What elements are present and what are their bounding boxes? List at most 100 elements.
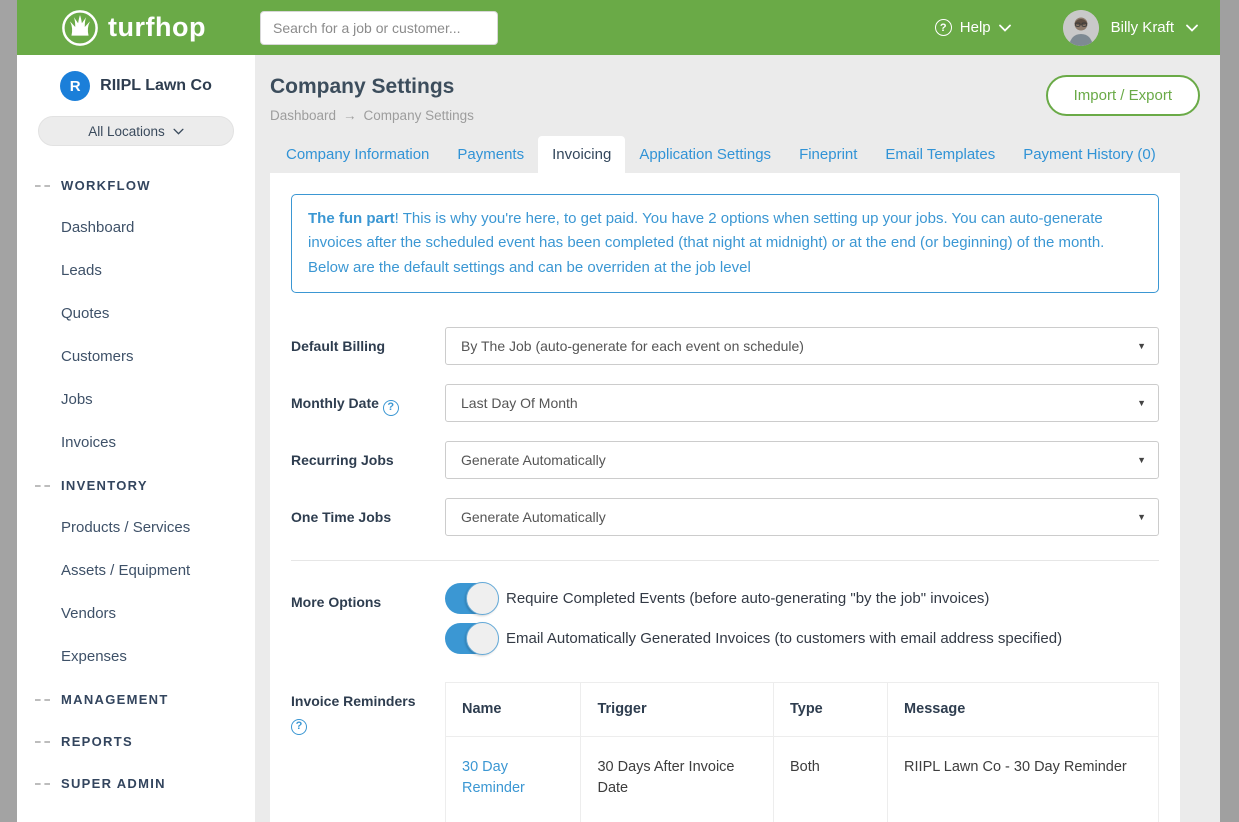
chevron-down-icon — [999, 24, 1011, 32]
sidebar-section-inventory[interactable]: INVENTORY — [61, 478, 255, 493]
chevron-down-icon — [173, 128, 184, 135]
monthly-date-label: Monthly Date ? — [291, 384, 445, 422]
user-menu[interactable]: Billy Kraft — [1063, 10, 1198, 46]
default-billing-value: By The Job (auto-generate for each event… — [461, 338, 804, 354]
monthly-date-label-text: Monthly Date — [291, 395, 379, 411]
email-generated-invoices-label: Email Automatically Generated Invoices (… — [506, 630, 1062, 647]
recurring-jobs-label: Recurring Jobs — [291, 441, 445, 479]
topbar-right: ? Help Billy — [935, 10, 1220, 46]
app-window: turfhop ? Help — [17, 0, 1220, 822]
reminder-trigger: 30 Days After Invoice Date — [581, 736, 774, 822]
toggle-knob — [466, 582, 499, 615]
tab-payment-history[interactable]: Payment History (0) — [1009, 136, 1170, 173]
column-header-trigger: Trigger — [581, 682, 774, 736]
breadcrumb-dashboard[interactable]: Dashboard — [270, 108, 336, 123]
user-avatar — [1063, 10, 1099, 46]
sidebar: R RIIPL Lawn Co All Locations WORKFLOW D… — [17, 55, 255, 822]
company-name: RIIPL Lawn Co — [100, 77, 212, 95]
tab-payments[interactable]: Payments — [443, 136, 538, 173]
email-generated-invoices-toggle[interactable] — [445, 623, 497, 654]
sidebar-item-leads[interactable]: Leads — [61, 262, 255, 279]
main-content: Company Settings Dashboard → Company Set… — [255, 55, 1220, 822]
import-export-button[interactable]: Import / Export — [1046, 75, 1200, 116]
brand-logo-group[interactable]: turfhop — [17, 9, 255, 47]
global-search-input[interactable] — [260, 11, 498, 45]
invoice-reminders-label: Invoice Reminders ? — [291, 682, 445, 822]
one-time-jobs-value: Generate Automatically — [461, 509, 606, 525]
sidebar-nav: WORKFLOW Dashboard Leads Quotes Customer… — [17, 178, 255, 791]
recurring-jobs-row: Recurring Jobs Generate Automatically ▼ — [291, 441, 1159, 479]
sidebar-item-expenses[interactable]: Expenses — [61, 648, 255, 665]
help-icon: ? — [935, 19, 952, 36]
dropdown-caret-icon: ▼ — [1137, 512, 1146, 522]
column-header-name: Name — [446, 682, 581, 736]
dropdown-caret-icon: ▼ — [1137, 341, 1146, 351]
invoice-reminders-help-icon[interactable]: ? — [291, 719, 307, 735]
brand-name: turfhop — [108, 12, 206, 43]
left-edge-strip — [0, 0, 17, 822]
right-edge-strip — [1220, 0, 1239, 822]
require-completed-events-row: Require Completed Events (before auto-ge… — [445, 583, 1159, 614]
sidebar-item-products-services[interactable]: Products / Services — [61, 519, 255, 536]
help-menu[interactable]: ? Help — [935, 19, 1011, 36]
table-row: 30 Day Reminder 30 Days After Invoice Da… — [446, 736, 1159, 822]
page-title: Company Settings — [270, 75, 474, 99]
sidebar-item-customers[interactable]: Customers — [61, 348, 255, 365]
require-completed-events-toggle[interactable] — [445, 583, 497, 614]
sidebar-item-vendors[interactable]: Vendors — [61, 605, 255, 622]
table-header-row: Name Trigger Type Message — [446, 682, 1159, 736]
invoice-reminders-table: Name Trigger Type Message 30 Day Reminde… — [445, 682, 1159, 822]
company-block: R RIIPL Lawn Co — [17, 71, 255, 101]
page-header: Company Settings Dashboard → Company Set… — [270, 55, 1200, 123]
recurring-jobs-value: Generate Automatically — [461, 452, 606, 468]
breadcrumb-current: Company Settings — [364, 108, 474, 123]
top-navbar: turfhop ? Help — [17, 0, 1220, 55]
breadcrumb-arrow-icon: → — [343, 108, 357, 123]
help-label: Help — [960, 19, 991, 36]
sidebar-item-quotes[interactable]: Quotes — [61, 305, 255, 322]
column-header-type: Type — [773, 682, 887, 736]
notice-lead: The fun part — [308, 210, 395, 227]
more-options-row: More Options Require Completed Events (b… — [291, 583, 1159, 663]
one-time-jobs-select[interactable]: Generate Automatically ▼ — [445, 498, 1159, 536]
sidebar-item-jobs[interactable]: Jobs — [61, 391, 255, 408]
sidebar-item-invoices[interactable]: Invoices — [61, 434, 255, 451]
monthly-date-row: Monthly Date ? Last Day Of Month ▼ — [291, 384, 1159, 422]
invoice-reminders-row: Invoice Reminders ? Name Trigger Type Me… — [291, 682, 1159, 822]
column-header-message: Message — [888, 682, 1159, 736]
toggle-knob — [466, 622, 499, 655]
one-time-jobs-row: One Time Jobs Generate Automatically ▼ — [291, 498, 1159, 536]
reminder-message: RIIPL Lawn Co - 30 Day Reminder — [888, 736, 1159, 822]
sidebar-section-workflow[interactable]: WORKFLOW — [61, 178, 255, 193]
breadcrumb: Dashboard → Company Settings — [270, 108, 474, 123]
locations-label: All Locations — [88, 124, 165, 139]
screen: turfhop ? Help — [0, 0, 1239, 822]
sidebar-section-management[interactable]: MANAGEMENT — [61, 692, 255, 707]
sidebar-section-super-admin[interactable]: SUPER ADMIN — [61, 776, 255, 791]
tab-application-settings[interactable]: Application Settings — [625, 136, 785, 173]
tab-company-information[interactable]: Company Information — [272, 136, 443, 173]
locations-dropdown[interactable]: All Locations — [38, 116, 234, 146]
invoicing-panel: The fun part! This is why you're here, t… — [270, 173, 1180, 822]
sidebar-section-reports[interactable]: REPORTS — [61, 734, 255, 749]
tab-fineprint[interactable]: Fineprint — [785, 136, 871, 173]
reminder-type: Both — [773, 736, 887, 822]
default-billing-label: Default Billing — [291, 327, 445, 365]
invoice-reminders-label-text: Invoice Reminders — [291, 693, 416, 709]
section-divider — [291, 560, 1159, 561]
sidebar-item-dashboard[interactable]: Dashboard — [61, 219, 255, 236]
tab-invoicing[interactable]: Invoicing — [538, 136, 625, 173]
notice-body: ! This is why you're here, to get paid. … — [308, 210, 1104, 276]
email-generated-invoices-row: Email Automatically Generated Invoices (… — [445, 623, 1159, 654]
monthly-date-value: Last Day Of Month — [461, 395, 578, 411]
more-options-label: More Options — [291, 583, 445, 663]
one-time-jobs-label: One Time Jobs — [291, 498, 445, 536]
info-notice: The fun part! This is why you're here, t… — [291, 194, 1159, 293]
tab-email-templates[interactable]: Email Templates — [871, 136, 1009, 173]
reminder-name-link[interactable]: 30 Day Reminder — [446, 736, 581, 822]
monthly-date-help-icon[interactable]: ? — [383, 400, 399, 416]
monthly-date-select[interactable]: Last Day Of Month ▼ — [445, 384, 1159, 422]
sidebar-item-assets-equipment[interactable]: Assets / Equipment — [61, 562, 255, 579]
recurring-jobs-select[interactable]: Generate Automatically ▼ — [445, 441, 1159, 479]
default-billing-select[interactable]: By The Job (auto-generate for each event… — [445, 327, 1159, 365]
